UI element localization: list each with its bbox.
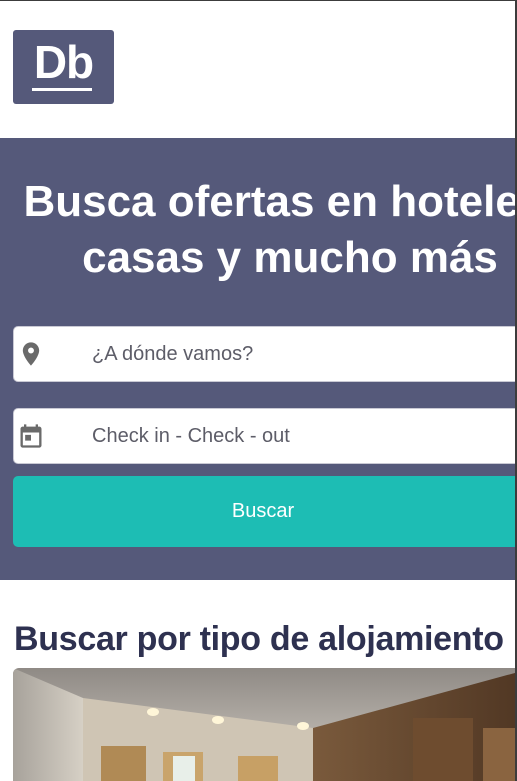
window-top-border (0, 0, 517, 1)
hero-title-line-2: casas y mucho más (82, 233, 498, 282)
site-header: Db (0, 0, 517, 138)
logo-text: Db (33, 36, 94, 88)
logo-underline (32, 88, 92, 91)
hero-search-panel: Busca ofertas en hoteles, casas y mucho … (0, 138, 517, 580)
destination-input[interactable]: ¿A dónde vamos? (13, 326, 517, 382)
hotel-room-photo (13, 668, 517, 781)
hero-title: Busca ofertas en hoteles, casas y mucho … (0, 174, 517, 286)
search-button[interactable]: Buscar (13, 476, 517, 547)
hero-title-line-1: Busca ofertas en hoteles, (23, 177, 517, 226)
site-logo[interactable]: Db (13, 30, 114, 104)
accommodation-type-heading: Buscar por tipo de alojamiento (14, 620, 504, 658)
calendar-icon (20, 424, 42, 448)
accommodation-type-card-image[interactable] (13, 668, 517, 781)
destination-placeholder: ¿A dónde vamos? (92, 343, 254, 365)
date-range-placeholder: Check in - Check - out (92, 425, 290, 447)
date-range-input[interactable]: Check in - Check - out (13, 408, 517, 464)
location-pin-icon (22, 342, 40, 366)
